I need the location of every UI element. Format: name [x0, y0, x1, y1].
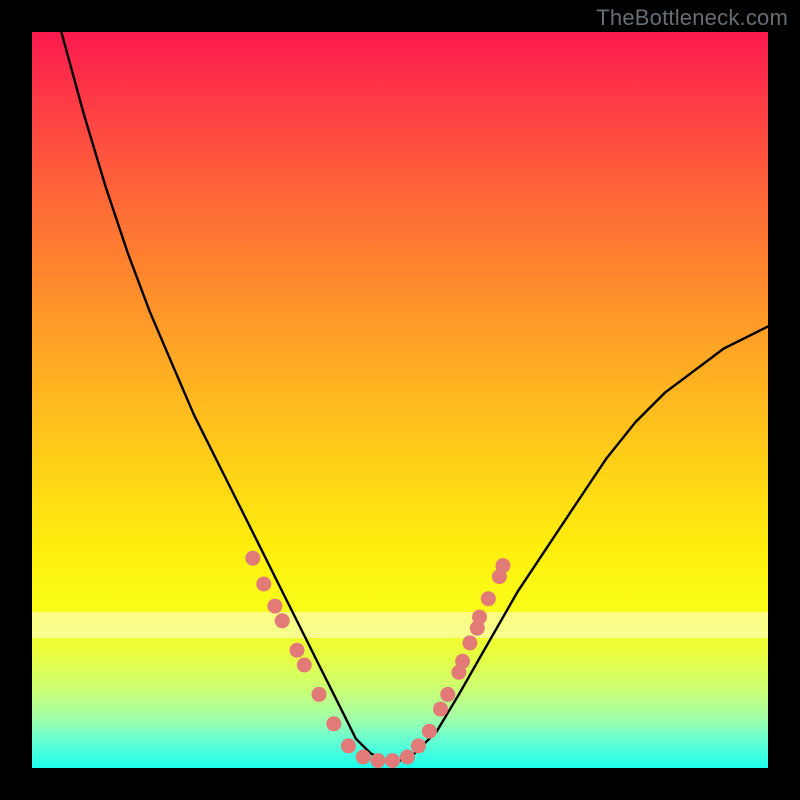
data-marker	[356, 750, 371, 765]
data-marker	[312, 687, 327, 702]
data-marker	[440, 687, 455, 702]
data-marker	[297, 658, 312, 673]
data-marker	[267, 599, 282, 614]
data-marker	[245, 551, 260, 566]
data-marker	[422, 724, 437, 739]
chart-svg	[32, 32, 768, 768]
data-marker	[411, 738, 426, 753]
data-marker	[455, 654, 470, 669]
data-marker	[290, 643, 305, 658]
plot-area	[32, 32, 768, 768]
data-marker	[481, 591, 496, 606]
marker-group	[245, 551, 510, 768]
data-marker	[385, 753, 400, 768]
data-marker	[400, 750, 415, 765]
curve-path	[61, 32, 768, 761]
data-marker	[326, 716, 341, 731]
data-marker	[433, 702, 448, 717]
data-marker	[462, 635, 477, 650]
data-marker	[370, 753, 385, 768]
data-marker	[472, 610, 487, 625]
outer-frame: TheBottleneck.com	[0, 0, 800, 800]
data-marker	[256, 577, 271, 592]
data-marker	[275, 613, 290, 628]
attribution-label: TheBottleneck.com	[596, 5, 788, 31]
data-marker	[341, 738, 356, 753]
data-marker	[496, 558, 511, 573]
bottleneck-curve	[61, 32, 768, 761]
